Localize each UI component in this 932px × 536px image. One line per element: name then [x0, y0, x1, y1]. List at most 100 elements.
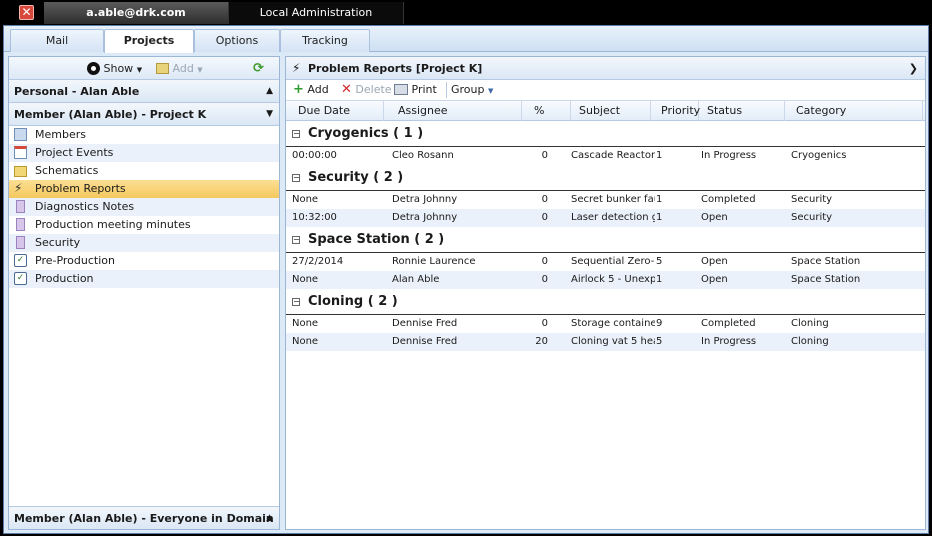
- tab-tracking[interactable]: Tracking: [280, 29, 370, 52]
- group-title: Security ( 2 ): [308, 170, 404, 185]
- group-header[interactable]: − Cryogenics ( 1 ): [286, 121, 925, 147]
- list-header: ⚡ Problem Reports [Project K] ❯: [286, 57, 925, 80]
- group-title: Cryogenics ( 1 ): [308, 126, 424, 141]
- table-cell: 0: [541, 212, 548, 223]
- col-due-date[interactable]: Due Date: [286, 101, 384, 121]
- project-section-header[interactable]: Member (Alan Able) - Project K ▼: [9, 103, 279, 126]
- chevron-down-icon[interactable]: ▼: [266, 103, 273, 126]
- delete-button[interactable]: ✕ Delete: [341, 82, 392, 98]
- tab-projects[interactable]: Projects: [104, 29, 194, 53]
- table-cell: Detra Johnny: [392, 194, 458, 205]
- table-cell: Cryogenics: [791, 150, 847, 161]
- col-priority[interactable]: Priority: [651, 101, 700, 121]
- table-cell: 0: [541, 194, 548, 205]
- members-icon: [14, 128, 27, 141]
- print-button[interactable]: Print: [394, 82, 437, 98]
- table-row[interactable]: None Dennise Fred 20 Cloning vat 5 heat 5 In …: [286, 333, 925, 351]
- group-header[interactable]: − Security ( 2 ): [286, 165, 925, 191]
- domain-section-header[interactable]: Member (Alan Able) - Everyone in Domain …: [9, 506, 279, 529]
- group-button[interactable]: Group ▼: [446, 82, 493, 98]
- sidebar-item-schematics[interactable]: Schematics: [9, 162, 279, 180]
- list-toolbar: + Add ✕ Delete Print Group ▼: [286, 80, 925, 101]
- list-title: Problem Reports [Project K]: [308, 62, 483, 75]
- refresh-icon[interactable]: ⟳: [253, 61, 264, 77]
- sidebar-item-diagnostics-notes[interactable]: Diagnostics Notes: [9, 198, 279, 216]
- table-cell: Airlock 5 - Unexpi: [571, 274, 655, 285]
- table-cell: Detra Johnny: [392, 212, 458, 223]
- sidebar-item-security[interactable]: Security: [9, 234, 279, 252]
- table-cell: 20: [535, 336, 548, 347]
- sidebar-item-production-meeting-minutes[interactable]: Production meeting minutes: [9, 216, 279, 234]
- note-icon: [16, 218, 25, 231]
- left-toolbar: Show ▼ Add ▼ ⟳: [9, 57, 279, 80]
- collapse-icon[interactable]: −: [292, 174, 300, 182]
- table-cell: Space Station: [791, 274, 861, 285]
- sidebar-item-project-events[interactable]: Project Events: [9, 144, 279, 162]
- column-header-row: Due Date Assignee % Subject Priority Sta…: [286, 101, 925, 121]
- table-cell: None: [292, 194, 319, 205]
- table-cell: Dennise Fred: [392, 318, 458, 329]
- add-button[interactable]: Add ▼: [156, 61, 203, 77]
- table-row[interactable]: None Detra Johnny 0 Secret bunker fau 1 Compl…: [286, 191, 925, 209]
- table-cell: Secret bunker fau: [571, 194, 655, 205]
- sidebar-item-pre-production[interactable]: ✓ Pre-Production: [9, 252, 279, 270]
- table-cell: 1: [656, 212, 663, 223]
- table-row[interactable]: 10:32:00 Detra Johnny 0 Laser detection gr 1…: [286, 209, 925, 227]
- note-icon: [16, 200, 25, 213]
- right-panel: ⚡ Problem Reports [Project K] ❯ + Add ✕ …: [285, 56, 926, 530]
- table-cell: Cloning vat 5 heat: [571, 336, 655, 347]
- table-cell: Cloning: [791, 318, 829, 329]
- table-cell: Cleo Rosann: [392, 150, 454, 161]
- admin-tab[interactable]: Local Administration: [228, 2, 404, 24]
- table-cell: 5: [656, 256, 663, 267]
- table-cell: 1: [656, 274, 663, 285]
- sidebar-item-production[interactable]: ✓ Production: [9, 270, 279, 288]
- add-item-button[interactable]: + Add: [293, 82, 329, 98]
- table-cell: Cascade Reactor \: [571, 150, 655, 161]
- table-row[interactable]: 27/2/2014 Ronnie Laurence 0 Sequential Zero…: [286, 253, 925, 271]
- col-subject[interactable]: Subject: [571, 101, 651, 121]
- add-folder-icon: [156, 63, 169, 74]
- group-header[interactable]: − Cloning ( 2 ): [286, 289, 925, 315]
- table-row[interactable]: None Dennise Fred 0 Storage container 9 Compl…: [286, 315, 925, 333]
- chevron-right-icon[interactable]: ❯: [909, 57, 918, 80]
- chevron-up-icon[interactable]: ▲: [266, 507, 273, 530]
- table-cell: In Progress: [701, 150, 757, 161]
- show-button[interactable]: Show ▼: [87, 61, 142, 77]
- table-cell: 9: [656, 318, 663, 329]
- table-cell: 1: [656, 194, 663, 205]
- eye-icon: [87, 62, 100, 75]
- group-header[interactable]: − Space Station ( 2 ): [286, 227, 925, 253]
- col-assignee[interactable]: Assignee: [384, 101, 522, 121]
- col-category[interactable]: Category: [785, 101, 923, 121]
- sidebar-item-problem-reports[interactable]: ⚡ Problem Reports: [9, 180, 279, 198]
- report-list: − Cryogenics ( 1 ) 00:00:00 Cleo Rosann 0 Cas…: [286, 121, 925, 351]
- col-status[interactable]: Status: [699, 101, 785, 121]
- table-cell: Cloning: [791, 336, 829, 347]
- delete-icon: ✕: [341, 82, 352, 97]
- col-percent[interactable]: %: [522, 101, 571, 121]
- chevron-down-icon: ▼: [197, 66, 203, 74]
- collapse-icon[interactable]: −: [292, 298, 300, 306]
- lightning-icon: ⚡: [14, 181, 23, 195]
- table-cell: 0: [541, 256, 548, 267]
- tab-options[interactable]: Options: [194, 29, 280, 52]
- collapse-icon[interactable]: −: [292, 236, 300, 244]
- table-row[interactable]: 00:00:00 Cleo Rosann 0 Cascade Reactor \ 1 In…: [286, 147, 925, 165]
- app-window: Mail Projects Options Tracking Show ▼ Ad…: [3, 25, 929, 534]
- table-row[interactable]: None Alan Able 0 Airlock 5 - Unexpi 1 Open Spa…: [286, 271, 925, 289]
- account-tab[interactable]: a.able@drk.com: [44, 2, 228, 24]
- folder-icon: [14, 166, 27, 177]
- table-cell: Security: [791, 212, 833, 223]
- lightning-icon: ⚡: [292, 61, 301, 75]
- collapse-icon[interactable]: −: [292, 130, 300, 138]
- tab-mail[interactable]: Mail: [10, 29, 104, 52]
- personal-section-header[interactable]: Personal - Alan Able ▲: [9, 80, 279, 103]
- sidebar-item-members[interactable]: Members: [9, 126, 279, 144]
- table-cell: 0: [541, 318, 548, 329]
- table-cell: Completed: [701, 318, 756, 329]
- close-icon[interactable]: ✕: [19, 5, 34, 20]
- table-cell: Ronnie Laurence: [392, 256, 476, 267]
- table-cell: None: [292, 318, 319, 329]
- chevron-up-icon[interactable]: ▲: [266, 80, 273, 103]
